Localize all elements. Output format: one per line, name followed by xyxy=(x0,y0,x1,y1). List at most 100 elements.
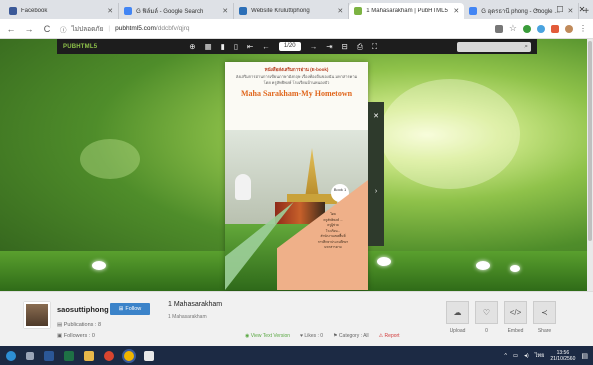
close-tab-icon[interactable]: ✕ xyxy=(107,7,113,15)
followers-stat[interactable]: ▣ Followers : 0 xyxy=(57,333,95,339)
pubhtml5-logo[interactable]: PUBHTML5 xyxy=(63,44,97,50)
publications-label: Publications : xyxy=(63,322,97,328)
embed-icon[interactable]: </> xyxy=(504,301,527,324)
book-cover-page[interactable]: หนังสือส่งเสริมการอ่าน (E-book) ส่งเสริม… xyxy=(225,62,368,290)
task-view-icon[interactable] xyxy=(26,351,34,360)
url-path: /ddcbfv/qjrq xyxy=(155,25,190,32)
follow-button[interactable]: ⊞ Follow xyxy=(110,303,150,315)
book-search-input[interactable]: ⌕ xyxy=(457,41,531,52)
facebook-favicon-icon xyxy=(9,7,17,15)
close-window-button[interactable]: ✕ xyxy=(571,0,593,19)
forward-button[interactable]: → xyxy=(24,24,34,34)
google-favicon-icon xyxy=(469,7,478,15)
url-host: pubhtml5.com xyxy=(115,25,156,32)
page-number-field[interactable]: 1/20 xyxy=(278,42,301,51)
page-scrollbar[interactable] xyxy=(587,39,593,291)
language-indicator[interactable]: ไทย xyxy=(535,352,545,360)
document-app-icon[interactable] xyxy=(144,350,154,361)
cover-credits: โดย ครูลัทธิพงษ์ ... ครูผู้ช่วย โรงเรียน… xyxy=(307,212,359,251)
follow-label: Follow xyxy=(125,306,142,312)
excel-icon[interactable] xyxy=(64,350,74,361)
translate-icon[interactable] xyxy=(494,24,503,33)
network-icon[interactable]: ▭ xyxy=(513,353,518,359)
followers-count: 0 xyxy=(91,333,95,339)
profile-avatar-icon[interactable] xyxy=(565,24,573,33)
heart-icon[interactable]: ♡ xyxy=(475,301,498,324)
category-link[interactable]: ⚑ Category : All xyxy=(333,333,369,339)
stupa-image xyxy=(305,148,319,198)
credit-line: มหาสารคาม xyxy=(324,245,342,249)
windows-start-icon[interactable] xyxy=(6,350,16,361)
maximize-button[interactable]: ☐ xyxy=(549,0,571,19)
document-actions: ☁ Upload ♡ 0 </> Embed ≺ Share xyxy=(446,301,556,334)
publisher-info-bar: saosuttiphong ⊞ Follow ▤ Publications : … xyxy=(0,291,593,346)
next-page-icon[interactable]: → xyxy=(310,42,318,51)
pubhtml5-favicon-icon xyxy=(354,7,363,15)
tab-pubhtml5[interactable]: 1 Mahasarakham | PubHTML5 ✕ xyxy=(349,3,465,19)
next-page-arrow-icon[interactable]: › xyxy=(368,188,384,195)
volume-icon[interactable]: ◂) xyxy=(524,353,529,359)
thumbnails-icon[interactable]: ▦ xyxy=(205,42,212,51)
share-label: Share xyxy=(537,328,552,334)
tab-website[interactable]: Website Kruluttiphong ✕ xyxy=(234,3,350,19)
upload-icon[interactable]: ☁ xyxy=(446,301,469,324)
tab-google-search-1[interactable]: G ฟิล์มล์ - Google Search ✕ xyxy=(119,3,235,19)
close-icon[interactable]: ✕ xyxy=(368,112,384,120)
app-red-icon[interactable] xyxy=(104,350,114,361)
tab-facebook[interactable]: Facebook ✕ xyxy=(4,3,120,19)
single-page-icon[interactable]: ▮ xyxy=(221,42,225,51)
view-text-label: View Text Version xyxy=(250,333,291,339)
extension-blue-icon[interactable] xyxy=(537,24,545,33)
file-explorer-icon[interactable] xyxy=(84,350,94,361)
menu-icon[interactable]: ⋮ xyxy=(579,24,587,33)
cover-line-3: โดย ครูลัทธิพงษ์ โรงเรียนบ้านหนองบัว xyxy=(263,80,330,85)
flower-decoration xyxy=(377,257,391,266)
embed-action[interactable]: </> Embed xyxy=(504,301,527,334)
show-hidden-icons[interactable]: ^ xyxy=(504,353,507,359)
upload-action[interactable]: ☁ Upload xyxy=(446,301,469,334)
like-action[interactable]: ♡ 0 xyxy=(475,301,498,334)
star-icon[interactable]: ☆ xyxy=(509,23,517,34)
close-tab-icon[interactable]: ✕ xyxy=(222,7,228,15)
search-icon[interactable]: ⌕ xyxy=(524,43,528,51)
followers-icon: ▣ xyxy=(57,333,63,339)
report-link[interactable]: ⚠ Report xyxy=(379,333,400,339)
flower-decoration xyxy=(510,265,520,272)
back-button[interactable]: ← xyxy=(6,24,16,34)
share-icon[interactable]: ⊟ xyxy=(342,42,348,51)
tab-title: G ฟิล์มล์ - Google Search xyxy=(136,9,204,15)
minimize-button[interactable]: – xyxy=(527,0,549,19)
print-icon[interactable]: ⎙ xyxy=(357,42,363,52)
share-icon[interactable]: ≺ xyxy=(533,301,556,324)
zoom-icon[interactable]: ⊕ xyxy=(189,42,195,51)
word-icon[interactable] xyxy=(44,350,54,361)
first-page-icon[interactable]: ⇤ xyxy=(247,42,253,51)
view-text-version-link[interactable]: ◉ View Text Version xyxy=(245,333,290,339)
tab-title: Website Kruluttiphong xyxy=(251,8,310,14)
scrollbar-thumb[interactable] xyxy=(588,41,592,241)
publications-icon: ▤ xyxy=(57,322,63,328)
close-tab-icon[interactable]: ✕ xyxy=(337,7,343,15)
fullscreen-icon[interactable]: ⛶ xyxy=(372,42,377,52)
share-action[interactable]: ≺ Share xyxy=(533,301,556,334)
tab-title: Facebook xyxy=(21,8,48,14)
url-field[interactable]: ⓘ ไม่ปลอดภัย | pubhtml5.com/ddcbfv/qjrq xyxy=(60,21,487,36)
likes-link[interactable]: ♥ Likes : 0 xyxy=(300,333,323,339)
report-label: Report xyxy=(384,333,400,339)
background-light xyxy=(80,139,140,179)
prev-page-icon[interactable]: ← xyxy=(262,42,270,51)
chrome-icon[interactable] xyxy=(124,350,134,361)
publisher-avatar[interactable] xyxy=(24,302,50,328)
reload-button[interactable]: C xyxy=(42,24,52,34)
last-page-icon[interactable]: ⇥ xyxy=(326,42,332,51)
close-tab-icon[interactable]: ✕ xyxy=(453,7,459,15)
extension-green-icon[interactable] xyxy=(523,24,531,33)
publisher-username[interactable]: saosuttiphong xyxy=(57,305,109,314)
notifications-icon[interactable]: ▤ xyxy=(581,352,588,360)
double-page-icon[interactable]: ▯ xyxy=(234,42,238,51)
info-icon[interactable]: ⓘ xyxy=(60,24,67,34)
extension-red-icon[interactable] xyxy=(551,24,559,33)
publications-stat[interactable]: ▤ Publications : 8 xyxy=(57,322,101,328)
clock[interactable]: 13:56 21/10/2560 xyxy=(550,350,575,362)
embed-label: Embed xyxy=(507,328,524,334)
